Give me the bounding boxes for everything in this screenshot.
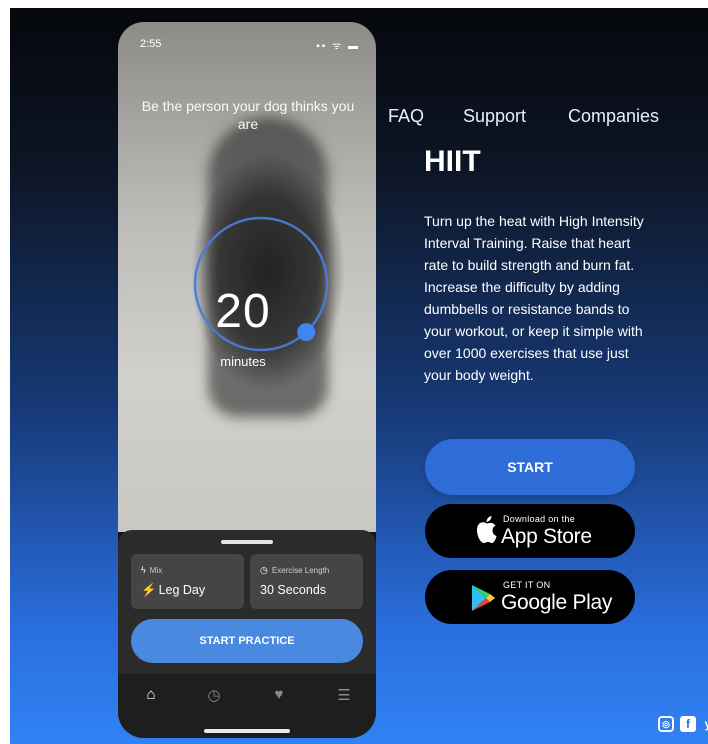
tagline: Be the person your dog thinks you are	[141, 98, 355, 132]
mix-option-value: Leg Day	[158, 583, 206, 597]
exercise-length-label: Exercise Length	[271, 566, 330, 575]
app-store-small: Download on the	[503, 514, 576, 524]
tab-bar: ⌂ ◷ ♥ ☰	[118, 674, 376, 738]
timer-unit: minutes	[220, 354, 266, 369]
history-icon[interactable]: ◷	[199, 686, 229, 710]
nav-faq[interactable]: FAQ	[388, 106, 424, 127]
google-play-small: GET IT ON	[503, 580, 551, 590]
timer-value: 20	[215, 285, 271, 338]
twitter-icon[interactable]: y	[700, 716, 708, 732]
home-indicator	[204, 729, 290, 733]
apple-icon	[477, 516, 497, 543]
drag-handle[interactable]	[221, 540, 273, 544]
nav-companies[interactable]: Companies	[568, 106, 659, 127]
google-play-icon	[472, 585, 495, 611]
home-icon[interactable]: ⌂	[136, 686, 166, 710]
clock-icon: ◷	[260, 565, 268, 575]
apple-icon-body	[477, 522, 497, 543]
exercise-length-label-row: ◷ Exercise Length	[260, 565, 329, 576]
mix-option-label: Mix	[149, 566, 163, 575]
mix-option-label-row: ϟ Mix	[141, 565, 162, 575]
facebook-icon[interactable]: f	[680, 716, 696, 732]
nav-support[interactable]: Support	[463, 106, 526, 127]
mix-option-value-row: ⚡ Leg Day	[141, 583, 205, 598]
start-practice-button[interactable]: START PRACTICE	[131, 619, 363, 663]
heart-icon[interactable]: ♥	[264, 686, 294, 710]
start-button[interactable]: START	[425, 439, 635, 495]
workout-panel: ϟ Mix ⚡ Leg Day ◷ Exercise Length 30 Second…	[118, 530, 376, 738]
instagram-icon[interactable]: ◎	[658, 716, 674, 732]
page-title: HIIT	[424, 145, 481, 178]
exercise-length-option[interactable]: ◷ Exercise Length 30 Seconds	[250, 554, 363, 609]
app-store-button[interactable]: Download on the App Store	[425, 504, 635, 558]
exercise-length-value: 30 Seconds	[260, 583, 327, 597]
google-play-button[interactable]: GET IT ON Google Play	[425, 570, 635, 624]
mix-option[interactable]: ϟ Mix ⚡ Leg Day	[131, 554, 244, 609]
status-time: 2:55	[140, 38, 162, 50]
page-background: 2:55 ▪▪ ᯤ ▬ Be the person your dog think…	[10, 8, 708, 744]
menu-icon[interactable]: ☰	[329, 686, 359, 710]
app-store-big: App Store	[501, 525, 592, 548]
status-bar: 2:55 ▪▪ ᯤ ▬	[118, 22, 376, 56]
phone-mockup: 2:55 ▪▪ ᯤ ▬ Be the person your dog think…	[118, 22, 376, 738]
lightning-icon: ϟ	[141, 565, 146, 575]
apple-icon-leaf	[486, 516, 492, 522]
lightning-bolt-icon: ⚡	[141, 583, 157, 597]
status-icons: ▪▪ ᯤ ▬	[316, 41, 360, 52]
google-play-big: Google Play	[501, 591, 613, 614]
description: Turn up the heat with High Intensity Int…	[424, 213, 644, 383]
